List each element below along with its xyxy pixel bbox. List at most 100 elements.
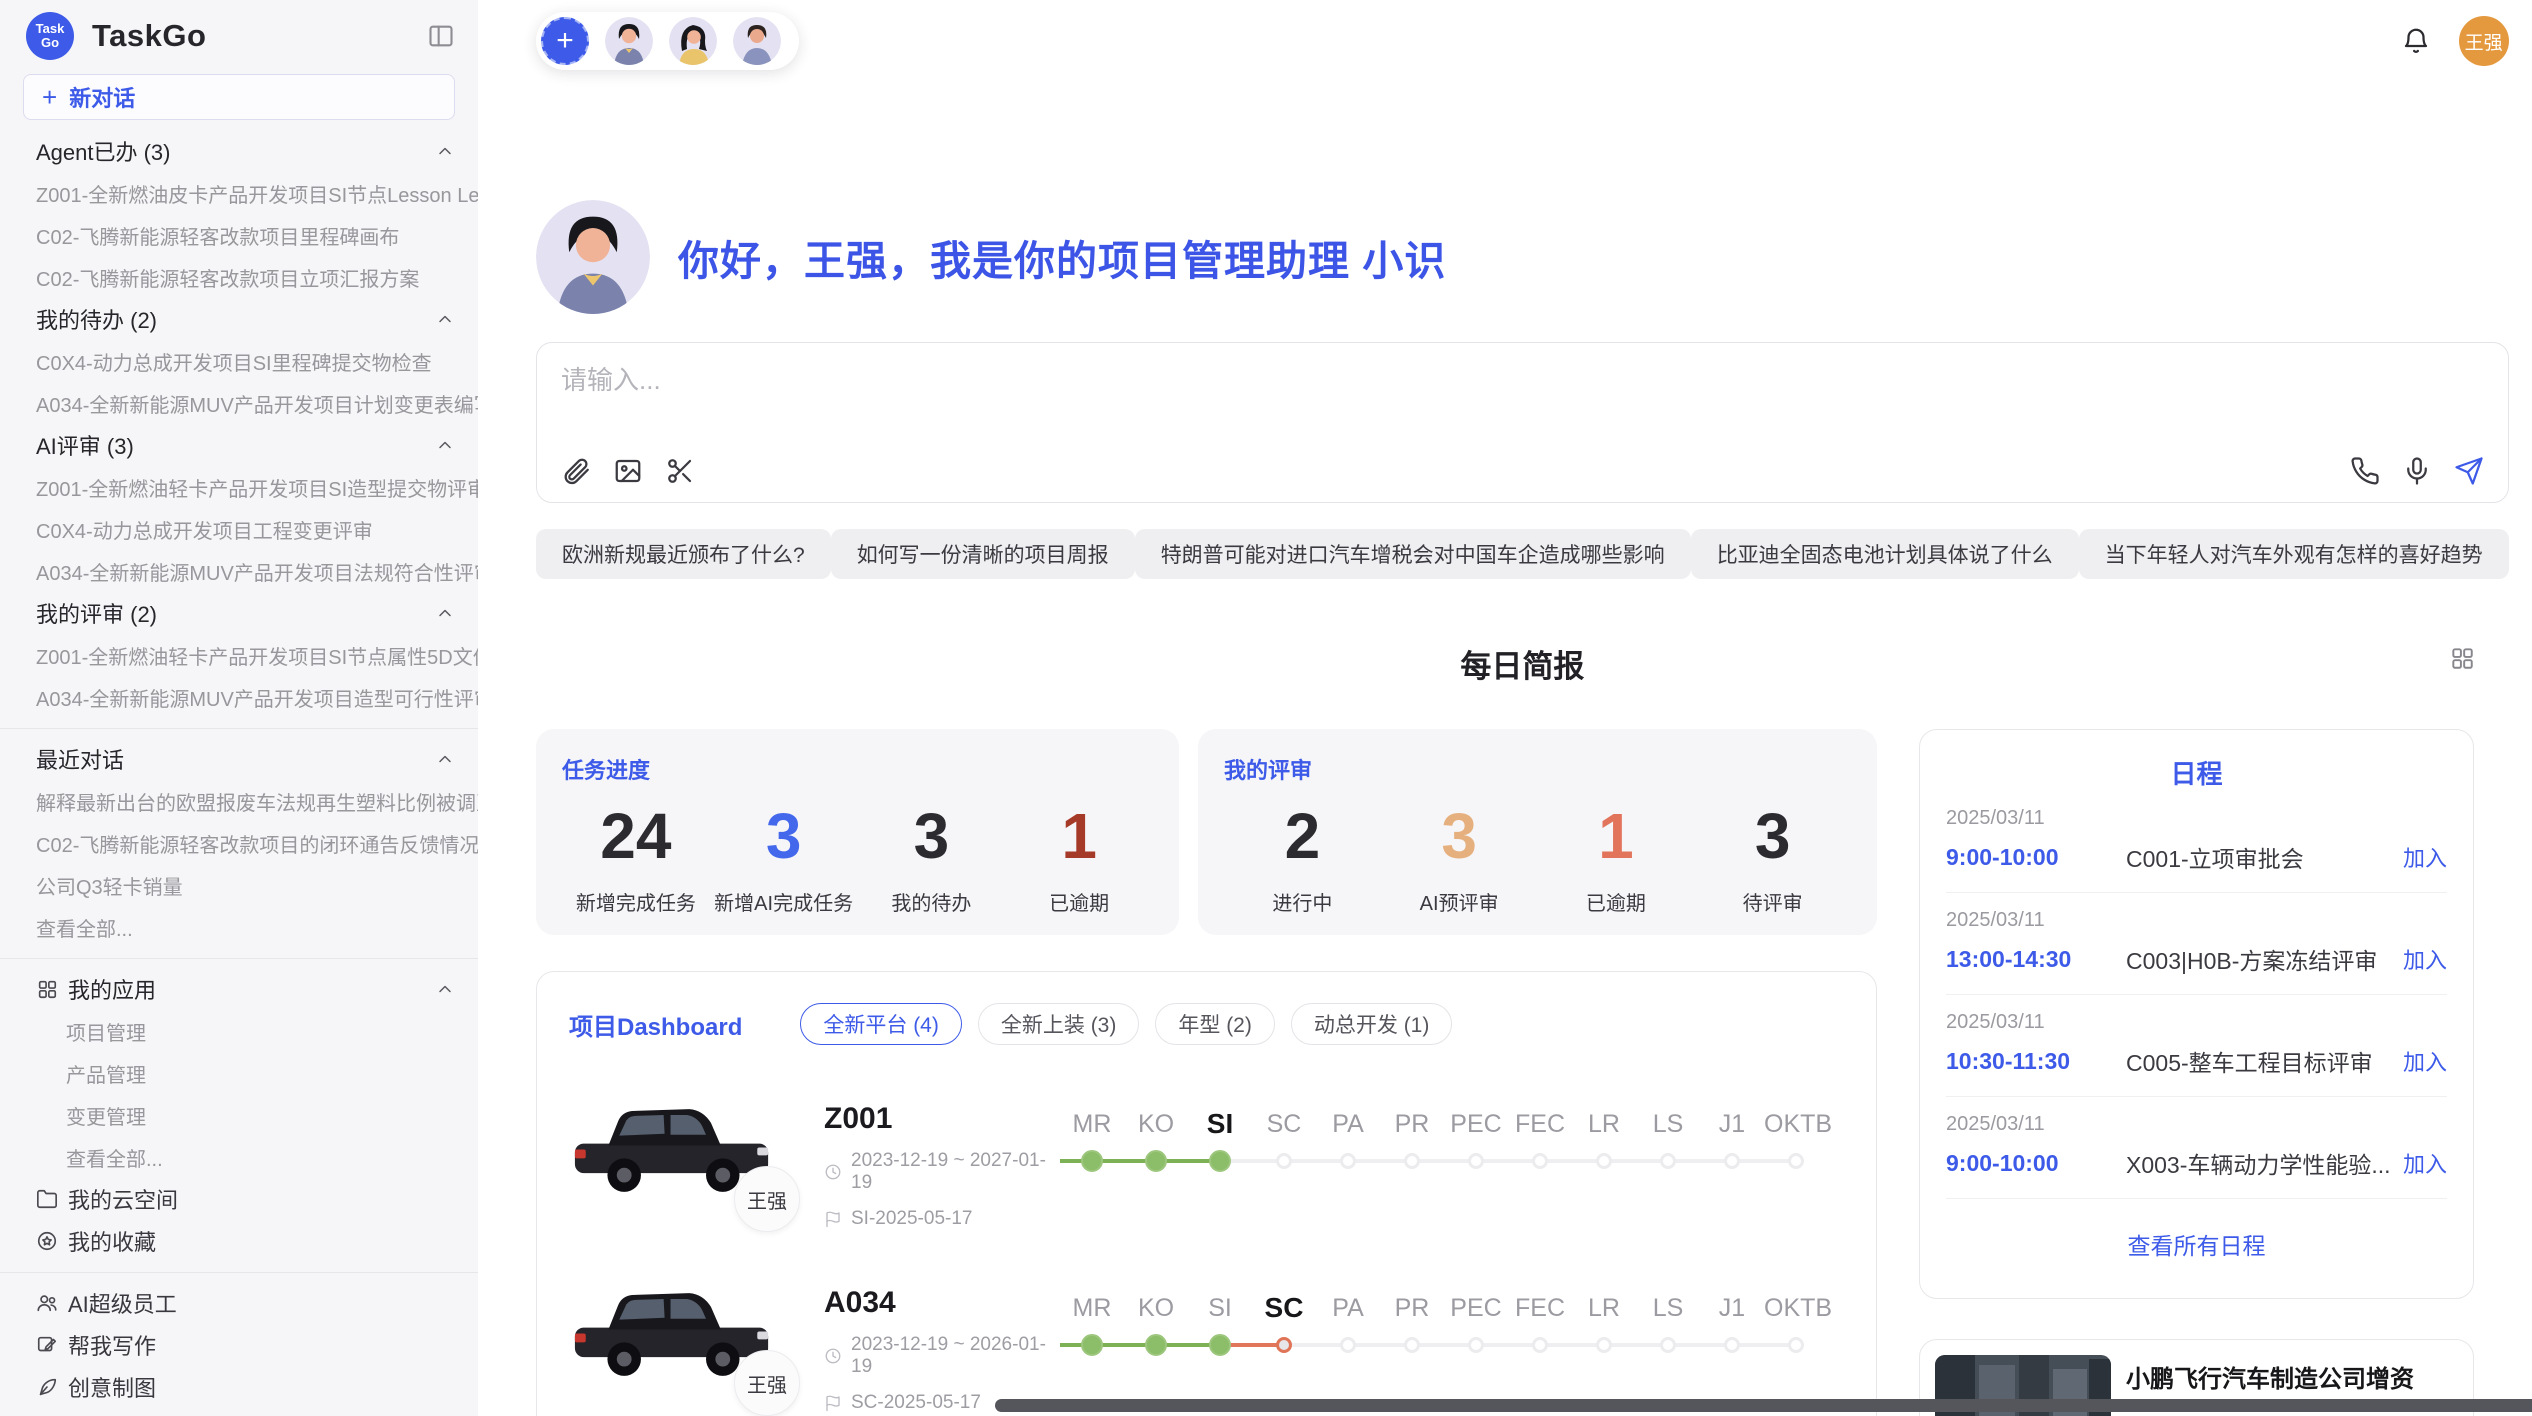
sidebar-task-item[interactable]: Z001-全新燃油皮卡产品开发项目SI节点Lesson Learn报告	[0, 172, 478, 214]
app-item-change-mgmt[interactable]: 变更管理	[0, 1094, 478, 1136]
recent-chat-item[interactable]: 解释最新出台的欧盟报废车法规再生塑料比例被调至15%...	[0, 780, 478, 822]
suggestion-chip[interactable]: 欧洲新规最近颁布了什么?	[536, 529, 831, 579]
microphone-icon[interactable]	[2402, 456, 2432, 486]
project-row-z001[interactable]: 王强 Z001 2023-12-19 ~ 2027-01-19 SI-2025-…	[569, 1096, 1844, 1230]
image-upload-icon[interactable]	[613, 456, 643, 486]
sidebar-item-ai-employee[interactable]: AI超级员工	[0, 1282, 478, 1324]
logo-text-bottom: Go	[41, 36, 59, 50]
section-title: AI评审 (3)	[36, 429, 134, 461]
sidebar-task-item[interactable]: A034-全新新能源MUV产品开发项目法规符合性评审	[0, 550, 478, 592]
project-code: A034	[824, 1286, 1052, 1320]
daily-brief-header: 每日简报	[536, 641, 2509, 681]
milestone-oktb: OKTB	[1764, 1290, 1828, 1366]
milestone-dot-pr	[1404, 1153, 1420, 1169]
sidebar-item-favorites[interactable]: 我的收藏	[0, 1220, 478, 1262]
new-chat-label: 新对话	[69, 81, 135, 113]
schedule-time: 9:00-10:00	[1946, 1150, 2126, 1177]
milestone-mr: MR	[1060, 1106, 1124, 1182]
tab-new-platform[interactable]: 全新平台 (4)	[800, 1003, 962, 1045]
section-agent-done[interactable]: Agent已办 (3)	[0, 130, 478, 172]
sidebar-item-cloud-space[interactable]: 我的云空间	[0, 1178, 478, 1220]
add-agent-button[interactable]: +	[541, 17, 589, 65]
agent-avatar-2[interactable]	[669, 17, 717, 65]
milestone-dot-oktb	[1788, 1337, 1804, 1353]
chat-input[interactable]	[561, 365, 2484, 396]
left-column: 任务进度 24 新增完成任务 3 新增AI完成任务 3 我的待办	[536, 729, 1877, 1416]
suggestion-chip[interactable]: 特朗普可能对进口汽车增税会对中国车企造成哪些影响	[1135, 529, 1691, 579]
owner-badge: 王强	[734, 1166, 800, 1232]
user-avatar[interactable]: 王强	[2459, 16, 2509, 66]
schedule-item: 2025/03/11 10:30-11:30 C005-整车工程目标评审 加入	[1920, 995, 2473, 1078]
schedule-item: 2025/03/11 13:00-14:30 C003|H0B-方案冻结评审 加…	[1920, 893, 2473, 976]
sidebar-item-creative-draw[interactable]: 创意制图	[0, 1366, 478, 1408]
project-row-a034[interactable]: 王强 A034 2023-12-19 ~ 2026-01-19 SC-2025-…	[569, 1280, 1844, 1414]
app-item-project-mgmt[interactable]: 项目管理	[0, 1010, 478, 1052]
sidebar-scroll: Agent已办 (3) Z001-全新燃油皮卡产品开发项目SI节点Lesson …	[0, 130, 478, 1416]
sidebar-task-item[interactable]: A034-全新新能源MUV产品开发项目造型可行性评审	[0, 676, 478, 718]
creative-draw-label: 创意制图	[68, 1371, 156, 1403]
section-ai-review[interactable]: AI评审 (3)	[0, 424, 478, 466]
task-progress-card: 任务进度 24 新增完成任务 3 新增AI完成任务 3 我的待办	[536, 729, 1179, 935]
milestone-pec: PEC	[1444, 1290, 1508, 1366]
layout-grid-icon[interactable]	[2449, 645, 2475, 671]
sidebar-task-item[interactable]: C02-飞腾新能源轻客改款项目立项汇报方案	[0, 256, 478, 298]
suggestion-chip[interactable]: 如何写一份清晰的项目周报	[831, 529, 1135, 579]
screenshot-scissors-icon[interactable]	[665, 456, 695, 486]
schedule-date: 2025/03/11	[1946, 1011, 2447, 1034]
sidebar-task-item[interactable]: C02-飞腾新能源轻客改款项目里程碑画布	[0, 214, 478, 256]
milestone-dot-sc	[1276, 1153, 1292, 1169]
schedule-item: 2025/03/11 9:00-10:00 X003-车辆动力学性能验... 加…	[1920, 1097, 2473, 1180]
collapse-sidebar-icon[interactable]	[427, 22, 455, 50]
sidebar-task-item[interactable]: Z001-全新燃油轻卡产品开发项目SI造型提交物评审	[0, 466, 478, 508]
view-all-schedule-link[interactable]: 查看所有日程	[1920, 1227, 2473, 1261]
milestone-dot-mr	[1081, 1334, 1103, 1356]
new-chat-button[interactable]: + 新对话	[23, 74, 455, 120]
sidebar-task-item[interactable]: C0X4-动力总成开发项目工程变更评审	[0, 508, 478, 550]
recent-chat-item[interactable]: C02-飞腾新能源轻客改款项目的闭环通告反馈情况	[0, 822, 478, 864]
notification-bell-icon[interactable]	[2401, 26, 2431, 56]
project-flag-date: SI-2025-05-17	[824, 1208, 1052, 1230]
join-meeting-link[interactable]: 加入	[2403, 943, 2447, 975]
agent-avatar-3[interactable]	[733, 17, 781, 65]
agent-avatar-1[interactable]	[605, 17, 653, 65]
chevron-up-icon	[435, 979, 455, 999]
milestone-pa: PA	[1316, 1106, 1380, 1182]
milestone-sc: SC	[1252, 1106, 1316, 1182]
sidebar-task-item[interactable]: A034-全新新能源MUV产品开发项目计划变更表编写	[0, 382, 478, 424]
send-icon[interactable]	[2454, 456, 2484, 486]
section-my-todo[interactable]: 我的待办 (2)	[0, 298, 478, 340]
view-all-apps[interactable]: 查看全部...	[0, 1136, 478, 1178]
milestone-si: SI	[1188, 1290, 1252, 1366]
suggestion-chip[interactable]: 比亚迪全固态电池计划具体说了什么	[1691, 529, 2079, 579]
section-title: Agent已办 (3)	[36, 135, 171, 167]
app-item-product-mgmt[interactable]: 产品管理	[0, 1052, 478, 1094]
view-all-chats[interactable]: 查看全部...	[0, 906, 478, 948]
section-my-apps[interactable]: 我的应用	[0, 968, 478, 1010]
sidebar-item-help-write[interactable]: 帮我写作	[0, 1324, 478, 1366]
sidebar-task-item[interactable]: C0X4-动力总成开发项目SI里程碑提交物检查	[0, 340, 478, 382]
dashboard-tabs: 全新平台 (4) 全新上装 (3) 年型 (2) 动总开发 (1)	[800, 1003, 1452, 1045]
tab-powertrain[interactable]: 动总开发 (1)	[1291, 1003, 1453, 1045]
schedule-date: 2025/03/11	[1946, 1113, 2447, 1136]
attachment-icon[interactable]	[561, 456, 591, 486]
suggestion-chip[interactable]: 当下年轻人对汽车外观有怎样的喜好趋势	[2079, 529, 2509, 579]
join-meeting-link[interactable]: 加入	[2403, 1045, 2447, 1077]
milestone-sc: SC	[1252, 1290, 1316, 1366]
chat-composer	[536, 342, 2509, 503]
recent-chat-item[interactable]: 公司Q3轻卡销量	[0, 864, 478, 906]
section-recent-chats[interactable]: 最近对话	[0, 738, 478, 780]
project-thumbnail: 王强	[569, 1280, 776, 1388]
sidebar-task-item[interactable]: Z001-全新燃油轻卡产品开发项目SI节点属性5D文件评审	[0, 634, 478, 676]
section-my-review[interactable]: 我的评审 (2)	[0, 592, 478, 634]
horizontal-scrollbar[interactable]	[995, 1399, 2532, 1412]
main-area: + 王强 你好，王强，我是你的项目管理助理 小识	[478, 0, 2532, 1416]
tab-new-body[interactable]: 全新上装 (3)	[978, 1003, 1140, 1045]
section-title: 我的应用	[68, 973, 156, 1005]
project-dates: 2023-12-19 ~ 2026-01-19	[824, 1334, 1052, 1378]
voice-call-icon[interactable]	[2350, 456, 2380, 486]
chevron-up-icon	[435, 141, 455, 161]
tab-model-year[interactable]: 年型 (2)	[1155, 1003, 1275, 1045]
schedule-title: 日程	[1920, 754, 2473, 791]
join-meeting-link[interactable]: 加入	[2403, 841, 2447, 873]
join-meeting-link[interactable]: 加入	[2403, 1147, 2447, 1179]
